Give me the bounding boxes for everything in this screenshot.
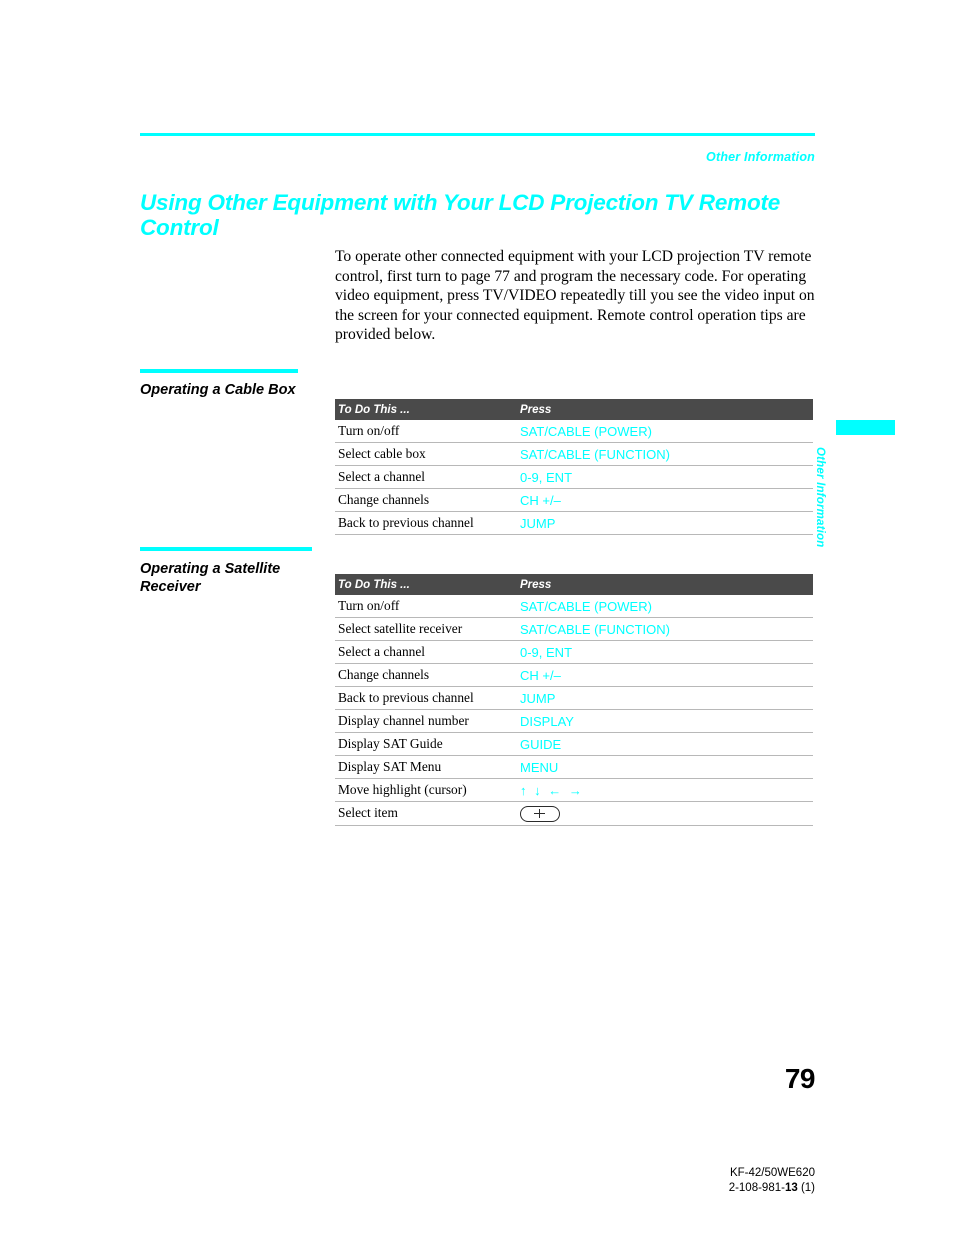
document-page: Other Information Using Other Equipment … bbox=[0, 0, 954, 1235]
table-row: Display channel number DISPLAY bbox=[335, 709, 813, 733]
cell-todo: Select item bbox=[335, 801, 517, 826]
section-rule-satellite-receiver bbox=[140, 547, 312, 551]
column-header-todo: To Do This ... bbox=[335, 574, 517, 595]
cell-press bbox=[517, 801, 813, 826]
table-row: Display SAT Menu MENU bbox=[335, 755, 813, 779]
table-row: Select a channel 0-9, ENT bbox=[335, 465, 813, 489]
table-row: Back to previous channel JUMP bbox=[335, 686, 813, 710]
cell-press: DISPLAY bbox=[517, 709, 813, 733]
table-row: Turn on/off SAT/CABLE (POWER) bbox=[335, 420, 813, 443]
cell-todo: Change channels bbox=[335, 488, 517, 512]
cell-todo: Select a channel bbox=[335, 640, 517, 664]
cell-press: JUMP bbox=[517, 686, 813, 710]
cell-todo: Move highlight (cursor) bbox=[335, 778, 517, 802]
table-cable-box: To Do This ... Press Turn on/off SAT/CAB… bbox=[335, 399, 813, 535]
table-row: Change channels CH +/– bbox=[335, 488, 813, 512]
cell-todo: Turn on/off bbox=[335, 595, 517, 618]
table-row: Select item bbox=[335, 801, 813, 826]
section-heading-satellite-receiver: Operating a Satellite Receiver bbox=[140, 561, 281, 595]
thumb-tab-marker bbox=[836, 420, 895, 435]
running-head: Other Information bbox=[706, 150, 815, 164]
cell-todo: Display SAT Menu bbox=[335, 755, 517, 779]
intro-paragraph: To operate other connected equipment wit… bbox=[335, 248, 815, 343]
table-row: Display SAT Guide GUIDE bbox=[335, 732, 813, 756]
model-number: KF-42/50WE620 bbox=[729, 1167, 815, 1179]
cell-press: GUIDE bbox=[517, 732, 813, 756]
header-rule bbox=[140, 133, 815, 136]
cell-todo: Back to previous channel bbox=[335, 686, 517, 710]
cell-todo: Display SAT Guide bbox=[335, 732, 517, 756]
table-header-row: To Do This ... Press bbox=[335, 574, 813, 595]
doc-number-suffix: (1) bbox=[797, 1182, 815, 1194]
cell-press: 0-9, ENT bbox=[517, 465, 813, 489]
cell-press: 0-9, ENT bbox=[517, 640, 813, 664]
table-header-row: To Do This ... Press bbox=[335, 399, 813, 420]
document-number: 2-108-981-13 (1) bbox=[729, 1181, 815, 1196]
column-header-todo: To Do This ... bbox=[335, 399, 517, 420]
cell-press: CH +/– bbox=[517, 488, 813, 512]
column-header-press: Press bbox=[517, 399, 813, 420]
cell-todo: Change channels bbox=[335, 663, 517, 687]
doc-number-prefix: 2-108-981- bbox=[728, 1182, 785, 1194]
section-heading-cable-box: Operating a Cable Box bbox=[140, 382, 296, 398]
cell-todo: Select cable box bbox=[335, 442, 517, 466]
cursor-arrows-icon: ↑ ↓ ← → bbox=[517, 778, 813, 802]
column-header-press: Press bbox=[517, 574, 813, 595]
section-rule-cable-box bbox=[140, 369, 298, 373]
cell-todo: Select satellite receiver bbox=[335, 617, 517, 641]
table-row: Back to previous channel JUMP bbox=[335, 511, 813, 535]
doc-number-revision: 13 bbox=[784, 1182, 798, 1194]
cell-todo: Back to previous channel bbox=[335, 511, 517, 535]
table-row: Select a channel 0-9, ENT bbox=[335, 640, 813, 664]
cell-press: SAT/CABLE (POWER) bbox=[517, 420, 813, 443]
table-row: Turn on/off SAT/CABLE (POWER) bbox=[335, 595, 813, 618]
cell-press: SAT/CABLE (POWER) bbox=[517, 595, 813, 618]
table-row: Move highlight (cursor) ↑ ↓ ← → bbox=[335, 778, 813, 802]
page-number: 79 bbox=[784, 1063, 816, 1094]
cell-press: SAT/CABLE (FUNCTION) bbox=[517, 617, 813, 641]
cell-press: MENU bbox=[517, 755, 813, 779]
colophon: KF-42/50WE620 2-108-981-13 (1) bbox=[729, 1166, 815, 1196]
cell-todo: Turn on/off bbox=[335, 420, 517, 443]
table-satellite-receiver: To Do This ... Press Turn on/off SAT/CAB… bbox=[335, 574, 813, 826]
page-title: Using Other Equipment with Your LCD Proj… bbox=[140, 190, 781, 240]
cell-todo: Display channel number bbox=[335, 709, 517, 733]
cell-press: CH +/– bbox=[517, 663, 813, 687]
cell-press: JUMP bbox=[517, 511, 813, 535]
select-button-icon bbox=[520, 805, 560, 822]
cell-todo: Select a channel bbox=[335, 465, 517, 489]
thumb-tab-label: Other Information bbox=[814, 447, 826, 548]
table-row: Change channels CH +/– bbox=[335, 663, 813, 687]
table-row: Select satellite receiver SAT/CABLE (FUN… bbox=[335, 617, 813, 641]
